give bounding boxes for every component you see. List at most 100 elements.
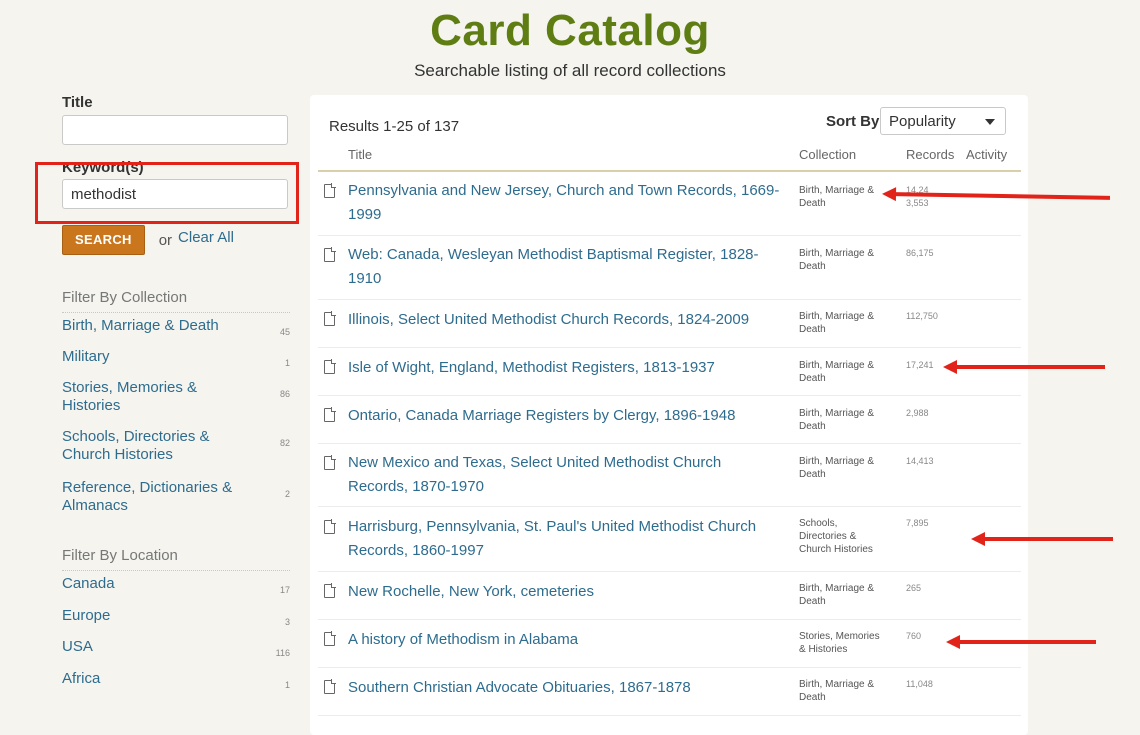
chevron-down-icon [985, 119, 995, 125]
document-icon [324, 247, 336, 262]
document-icon [324, 455, 336, 470]
document-icon [324, 519, 336, 534]
record-collection: Birth, Marriage & Death [799, 360, 875, 384]
column-header-records[interactable]: Records [906, 147, 954, 162]
filter-collection-military[interactable]: Military 1 [62, 348, 290, 379]
filter-label: Birth, Marriage & Death [62, 317, 219, 334]
search-actions: SEARCH or Clear All [62, 225, 290, 255]
table-row: Isle of Wight, England, Methodist Regist… [318, 348, 1021, 396]
record-collection: Birth, Marriage & Death [799, 408, 875, 432]
filter-location-canada[interactable]: Canada 17 [62, 575, 290, 607]
filter-count: 1 [284, 680, 290, 690]
filter-label: Military [62, 348, 110, 365]
record-collection: Birth, Marriage & Death [799, 679, 875, 703]
filter-count: 116 [275, 648, 290, 658]
filter-count: 3 [284, 617, 290, 627]
filter-count: 82 [279, 438, 290, 448]
filter-label: Schools, Directories & Church Histories [62, 428, 210, 463]
table-row: Pennsylvania and New Jersey, Church and … [318, 173, 1021, 236]
or-text: or [158, 231, 173, 249]
document-icon [324, 583, 336, 598]
page-title: Card Catalog [430, 6, 710, 55]
filter-label: Europe [62, 607, 111, 624]
arrow-head-icon [881, 186, 897, 202]
keyword-highlight-box [35, 162, 299, 224]
record-collection: Birth, Marriage & Death [799, 311, 875, 335]
filter-count: 2 [284, 489, 290, 499]
record-collection: Birth, Marriage & Death [799, 583, 875, 607]
column-header-title[interactable]: Title [348, 147, 372, 162]
record-collection: Stories, Memories & Histories [799, 631, 880, 655]
arrow-head-icon [946, 635, 960, 649]
filter-label: Stories, Memories & Histories [62, 379, 198, 414]
record-count: 2,988 [906, 408, 929, 418]
filter-collection-stories-memories-histories[interactable]: Stories, Memories & Histories 86 [62, 379, 290, 428]
filter-location-europe[interactable]: Europe 3 [62, 607, 290, 638]
record-title-link[interactable]: Ontario, Canada Marriage Registers by Cl… [348, 404, 784, 428]
collection-filter: Filter By Collection Birth, Marriage & D… [62, 289, 290, 519]
record-title-link[interactable]: Pennsylvania and New Jersey, Church and … [348, 179, 784, 227]
record-title-link[interactable]: A history of Methodism in Alabama [348, 628, 784, 652]
document-icon [324, 631, 336, 646]
annotation-arrow [971, 532, 1113, 546]
location-filter-heading: Filter By Location [62, 547, 290, 571]
filter-count: 17 [279, 585, 290, 595]
location-filter: Filter By Location Canada 17 Europe 3 US… [62, 547, 290, 694]
record-title-link[interactable]: Southern Christian Advocate Obituaries, … [348, 676, 784, 700]
table-row: Web: Canada, Wesleyan Methodist Baptisma… [318, 236, 1021, 300]
header-divider [318, 170, 1021, 172]
title-input[interactable] [62, 115, 288, 145]
filter-collection-reference-dictionaries-almanacs[interactable]: Reference, Dictionaries & Almanacs 2 [62, 479, 290, 519]
collection-filter-heading: Filter By Collection [62, 289, 290, 313]
table-row: New Mexico and Texas, Select United Meth… [318, 444, 1021, 507]
record-title-link[interactable]: New Mexico and Texas, Select United Meth… [348, 451, 784, 499]
record-title-link[interactable]: Isle of Wight, England, Methodist Regist… [348, 356, 784, 380]
filter-collection-schools-directories-church-histories[interactable]: Schools, Directories & Church Histories … [62, 428, 290, 479]
filter-label: Reference, Dictionaries & Almanacs [62, 479, 233, 514]
record-collection: Schools, Directories & Church Histories [799, 518, 873, 555]
annotation-arrow [943, 360, 1105, 374]
arrow-head-icon [943, 360, 957, 374]
results-panel: Results 1-25 of 137 Sort By Popularity T… [310, 95, 1028, 735]
record-title-link[interactable]: New Rochelle, New York, cemeteries [348, 580, 784, 604]
record-count: 265 [906, 583, 922, 593]
record-collection: Birth, Marriage & Death [799, 456, 875, 480]
table-row: A history of Methodism in Alabama Storie… [318, 620, 1021, 668]
document-icon [324, 359, 336, 374]
record-count: 11,048 [906, 679, 933, 689]
column-header-activity[interactable]: Activity [966, 147, 1007, 162]
record-count: 7,895 [906, 518, 929, 528]
document-icon [324, 407, 336, 422]
filter-location-africa[interactable]: Africa 1 [62, 670, 290, 694]
record-title-link[interactable]: Web: Canada, Wesleyan Methodist Baptisma… [348, 243, 784, 291]
column-header-collection[interactable]: Collection [799, 147, 856, 162]
filter-collection-birth-marriage-death[interactable]: Birth, Marriage & Death 45 [62, 317, 290, 348]
filter-label: Canada [62, 575, 115, 592]
search-button[interactable]: SEARCH [62, 225, 145, 255]
record-count: 14,413 [906, 456, 934, 466]
record-title-link[interactable]: Illinois, Select United Methodist Church… [348, 308, 784, 332]
record-collection: Birth, Marriage & Death [799, 248, 875, 272]
sort-label: Sort By [826, 113, 880, 130]
record-count: 86,175 [906, 248, 934, 258]
search-sidebar: Title Keyword(s) SEARCH or Clear All Fil… [35, 94, 299, 694]
filter-label: USA [62, 638, 93, 655]
filter-label: Africa [62, 670, 101, 687]
document-icon [324, 679, 336, 694]
table-row: Ontario, Canada Marriage Registers by Cl… [318, 396, 1021, 444]
sort-select[interactable]: Popularity [880, 107, 1006, 135]
table-row: Southern Christian Advocate Obituaries, … [318, 668, 1021, 716]
record-collection: Birth, Marriage & Death [799, 185, 875, 209]
title-label: Title [62, 94, 93, 111]
arrow-head-icon [971, 532, 985, 546]
filter-count: 86 [279, 389, 290, 399]
filter-count: 45 [279, 327, 290, 337]
page-subtitle: Searchable listing of all record collect… [414, 61, 726, 80]
filter-location-usa[interactable]: USA 116 [62, 638, 290, 670]
record-title-link[interactable]: Harrisburg, Pennsylvania, St. Paul's Uni… [348, 515, 784, 563]
clear-all-link[interactable]: Clear All [178, 229, 234, 246]
annotation-arrow [946, 635, 1096, 649]
results-count: Results 1-25 of 137 [329, 118, 460, 135]
sort-value: Popularity [889, 113, 956, 130]
table-row: New Rochelle, New York, cemeteries Birth… [318, 572, 1021, 620]
